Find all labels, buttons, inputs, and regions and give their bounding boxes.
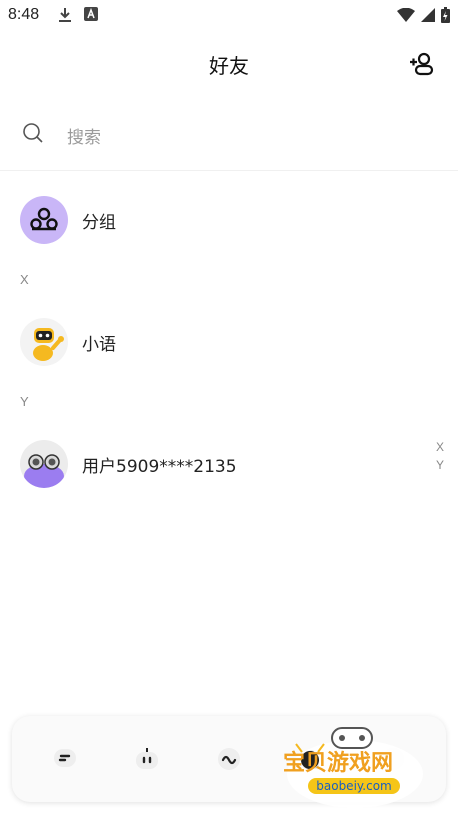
- status-time: 8:48: [8, 6, 40, 23]
- contact-name: 小语: [82, 335, 116, 355]
- accessibility-a-icon: [84, 7, 98, 21]
- alphabet-index[interactable]: X Y: [434, 438, 446, 474]
- robot-avatar-icon: [33, 328, 64, 361]
- watermark-gamepad-icon: 宝贝游戏网 baobeiy.com: [283, 727, 423, 808]
- add-friend-button[interactable]: [408, 50, 436, 78]
- signal-icon: [421, 8, 435, 22]
- group-icon: [30, 207, 58, 231]
- contact-row[interactable]: 用户5909****2135: [0, 434, 430, 494]
- avatar: [20, 440, 68, 488]
- index-letter-x[interactable]: X: [434, 438, 446, 456]
- search-icon: [23, 123, 43, 143]
- chat-icon: [54, 749, 76, 767]
- nav-chat[interactable]: [52, 746, 78, 772]
- divider: [0, 170, 458, 171]
- contact-name: 用户5909****2135: [82, 457, 237, 477]
- battery-charging-icon: [441, 7, 450, 23]
- add-friend-icon: [410, 52, 434, 76]
- search-bar[interactable]: 搜索: [0, 106, 458, 162]
- watermark-logo: 宝贝游戏网 baobeiy.com: [280, 722, 430, 810]
- status-bar: 8:48: [0, 0, 458, 30]
- page-title: 好友: [209, 54, 249, 78]
- wifi-icon: [397, 8, 415, 22]
- frog-avatar-icon: [24, 454, 64, 488]
- section-header-y: Y: [20, 394, 29, 409]
- contact-row[interactable]: 小语: [0, 312, 430, 372]
- group-label: 分组: [82, 213, 116, 233]
- section-header-x: X: [20, 272, 29, 287]
- header: 好友: [0, 36, 458, 92]
- nav-wave[interactable]: [216, 746, 242, 772]
- wave-icon: [218, 748, 240, 770]
- avatar: [20, 318, 68, 366]
- watermark-text: 宝贝游戏网: [283, 750, 393, 776]
- group-row[interactable]: 分组: [0, 190, 430, 250]
- watermark-url: baobeiy.com: [316, 779, 391, 793]
- download-icon: [59, 8, 71, 22]
- robot-icon: [136, 748, 158, 769]
- group-avatar: [20, 196, 68, 244]
- search-input[interactable]: 搜索: [67, 123, 101, 148]
- nav-robot[interactable]: [134, 746, 160, 772]
- index-letter-y[interactable]: Y: [434, 456, 446, 474]
